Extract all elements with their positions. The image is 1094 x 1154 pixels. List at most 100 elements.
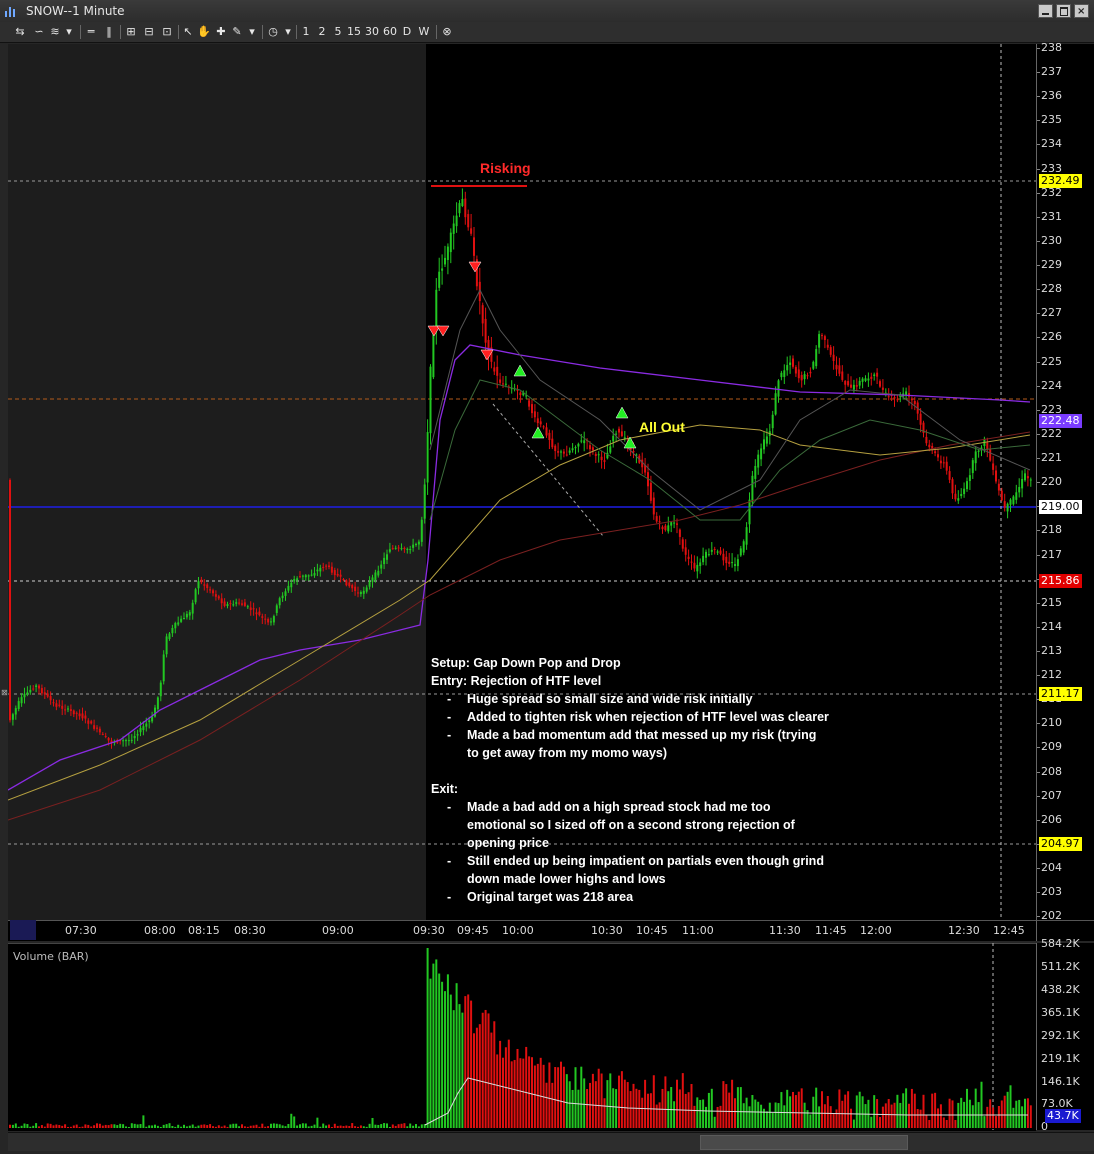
pointer-icon[interactable]: ↖ — [181, 24, 195, 40]
volume-bar — [600, 1073, 603, 1128]
trend-line — [492, 403, 604, 537]
volume-bar — [655, 1104, 658, 1128]
volume-chart[interactable] — [8, 943, 1036, 1130]
price-tick: 231 — [1041, 209, 1062, 223]
interval-button[interactable]: 15 — [346, 24, 362, 40]
close-button[interactable]: × — [1074, 4, 1089, 18]
candle-body — [713, 549, 716, 551]
pencil-icon[interactable]: ✎ — [230, 24, 244, 40]
volume-bar — [214, 1126, 217, 1128]
candle-body — [333, 570, 336, 576]
left-gutter — [0, 44, 8, 1150]
interval-button[interactable]: 1 — [301, 24, 311, 40]
candle-body — [806, 375, 809, 377]
volume-bar — [119, 1123, 122, 1128]
candle-body — [249, 607, 252, 611]
hand-icon[interactable]: ✋ — [197, 24, 211, 40]
candle-body — [388, 549, 391, 552]
scrollbar-thumb[interactable] — [700, 1135, 908, 1150]
price-tick-mark — [1037, 723, 1040, 725]
candle-body — [870, 376, 873, 379]
candle-body — [609, 446, 612, 453]
volume-bar — [995, 1116, 997, 1128]
candle-body — [960, 493, 963, 497]
candle-body — [400, 548, 403, 550]
price-axis[interactable]: 238 237 236 235 234 233 232 231 230 229 228 227 226 2… — [1036, 41, 1094, 922]
volume-bar — [902, 1093, 905, 1128]
volume-bar — [75, 1124, 78, 1128]
time-tick: 11:00 — [682, 924, 714, 937]
volume-bar — [284, 1126, 287, 1128]
volume-bar — [464, 996, 467, 1128]
volume-bar — [26, 1124, 29, 1128]
candle-body — [362, 590, 365, 594]
grid-icon[interactable]: ⊞ — [124, 24, 138, 40]
dropdown-arrow-icon[interactable]: ▾ — [247, 24, 257, 40]
crosshair-icon[interactable]: ✚ — [214, 24, 228, 40]
volume-axis[interactable]: 584.2K 511.2K 438.2K 365.1K 292.1K 219.1K 146.… — [1036, 937, 1094, 1133]
volume-bar — [812, 1096, 815, 1128]
candle-body — [296, 578, 299, 581]
volume-bar — [220, 1126, 223, 1128]
volume-bar — [139, 1124, 142, 1128]
volume-bar — [125, 1126, 127, 1128]
interval-button[interactable]: W — [417, 24, 431, 40]
bullet: - — [447, 800, 452, 814]
hline-icon[interactable]: ═ — [84, 24, 98, 40]
vline-icon[interactable]: ‖ — [102, 24, 116, 40]
dropdown-arrow-icon[interactable]: ▾ — [64, 24, 74, 40]
price-tick: 226 — [1041, 330, 1062, 344]
candle-body — [188, 612, 191, 616]
candle-body — [826, 344, 829, 348]
volume-bar — [394, 1125, 397, 1128]
volume-bar — [690, 1084, 693, 1128]
volume-bar — [388, 1126, 391, 1128]
dropdown-arrow-icon[interactable]: ▾ — [283, 24, 293, 40]
candle-body — [728, 561, 731, 564]
candle-body — [484, 318, 487, 343]
candle-body — [745, 527, 748, 545]
horizontal-scrollbar[interactable] — [8, 1132, 1094, 1151]
volume-bar — [328, 1124, 330, 1128]
candle-body — [243, 602, 246, 606]
candle-body — [481, 305, 484, 324]
volume-bar — [290, 1113, 293, 1128]
interval-button[interactable]: 2 — [317, 24, 327, 40]
volume-bar — [623, 1079, 626, 1128]
candle-body — [939, 460, 942, 464]
volume-bar — [194, 1126, 197, 1128]
candle-body — [313, 573, 316, 576]
layout-icon[interactable]: ⊟ — [142, 24, 156, 40]
minimize-button[interactable] — [1038, 4, 1053, 18]
volume-bar — [705, 1106, 707, 1128]
clock-icon[interactable]: ◷ — [266, 24, 280, 40]
candle-body — [435, 289, 438, 329]
volume-bar — [98, 1123, 101, 1128]
candle-body — [14, 708, 17, 715]
cursor-mode-icon[interactable]: ⇆ — [12, 24, 28, 40]
draw-style-icon[interactable]: ∽ — [32, 24, 46, 40]
line-style-icon[interactable]: ≋ — [48, 24, 62, 40]
candle-body — [693, 562, 696, 569]
candle-body — [771, 414, 774, 429]
time-axis[interactable]: 3/ 307:3008:0008:1508:3009:0009:3009:451… — [8, 920, 1036, 941]
maximize-button[interactable] — [1056, 4, 1071, 18]
candle-body — [835, 364, 838, 370]
interval-button[interactable]: 5 — [333, 24, 343, 40]
cancel-icon[interactable]: ⊗ — [440, 24, 454, 40]
candle-body — [658, 521, 661, 523]
split-icon[interactable]: ⊡ — [160, 24, 174, 40]
candle-body — [270, 621, 272, 623]
price-label: 211.17 — [1039, 687, 1082, 701]
candle-body — [777, 380, 780, 397]
candle-body — [1009, 499, 1012, 505]
interval-button[interactable]: D — [401, 24, 413, 40]
price-tick-mark — [1037, 675, 1040, 677]
interval-button[interactable]: 30 — [364, 24, 380, 40]
candle-body — [104, 735, 107, 737]
price-tick-mark — [1037, 916, 1040, 918]
volume-bar — [29, 1126, 32, 1128]
interval-button[interactable]: 60 — [382, 24, 398, 40]
volume-bar — [133, 1123, 136, 1128]
volume-bar — [203, 1124, 206, 1128]
